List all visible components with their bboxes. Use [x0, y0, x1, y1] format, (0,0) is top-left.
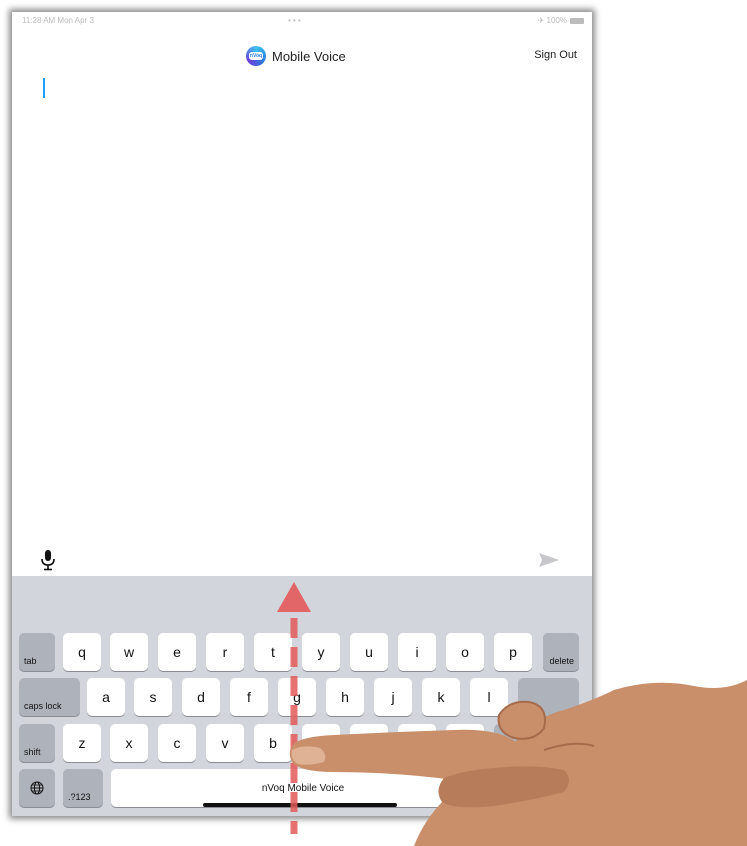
- key-x[interactable]: x: [110, 724, 148, 762]
- key-a[interactable]: a: [87, 678, 125, 716]
- key-d[interactable]: d: [182, 678, 220, 716]
- status-bar: 11:28 AM Mon Apr 3 • • • ✈ 100%: [12, 12, 592, 32]
- sign-out-button[interactable]: Sign Out: [534, 49, 577, 61]
- hand-icon: [289, 680, 747, 846]
- text-cursor: [43, 78, 45, 98]
- logo-text: nVoq: [249, 52, 263, 60]
- key-i[interactable]: i: [398, 633, 436, 671]
- globe-key[interactable]: [19, 769, 55, 807]
- status-time: 11:28 AM Mon Apr 3: [22, 16, 94, 25]
- key-z[interactable]: z: [63, 724, 101, 762]
- key-f[interactable]: f: [230, 678, 268, 716]
- key-e[interactable]: e: [158, 633, 196, 671]
- status-battery-text: ✈ 100%: [537, 16, 567, 25]
- status-dots: • • •: [288, 16, 301, 25]
- globe-icon: [30, 781, 44, 795]
- key-w[interactable]: w: [110, 633, 148, 671]
- microphone-icon[interactable]: [40, 549, 56, 571]
- nav-bar: nVoq Mobile Voice Sign Out: [12, 42, 592, 70]
- shift-key[interactable]: shift: [19, 724, 55, 762]
- key-v[interactable]: v: [206, 724, 244, 762]
- key-u[interactable]: u: [350, 633, 388, 671]
- key-p[interactable]: p: [494, 633, 532, 671]
- app-title-text: Mobile Voice: [272, 48, 346, 64]
- key-q[interactable]: q: [63, 633, 101, 671]
- tab-key[interactable]: tab: [19, 633, 55, 671]
- send-icon[interactable]: [538, 552, 560, 568]
- app-title: nVoq Mobile Voice: [246, 46, 346, 66]
- numbers-key[interactable]: .?123: [63, 769, 103, 807]
- status-battery: ✈ 100%: [538, 16, 584, 25]
- key-o[interactable]: o: [446, 633, 484, 671]
- delete-key[interactable]: delete: [543, 633, 579, 671]
- key-r[interactable]: r: [206, 633, 244, 671]
- caps-lock-key[interactable]: caps lock: [19, 678, 80, 716]
- nvoq-logo-icon: nVoq: [246, 46, 266, 66]
- battery-icon: [570, 17, 584, 24]
- key-s[interactable]: s: [134, 678, 172, 716]
- key-c[interactable]: c: [158, 724, 196, 762]
